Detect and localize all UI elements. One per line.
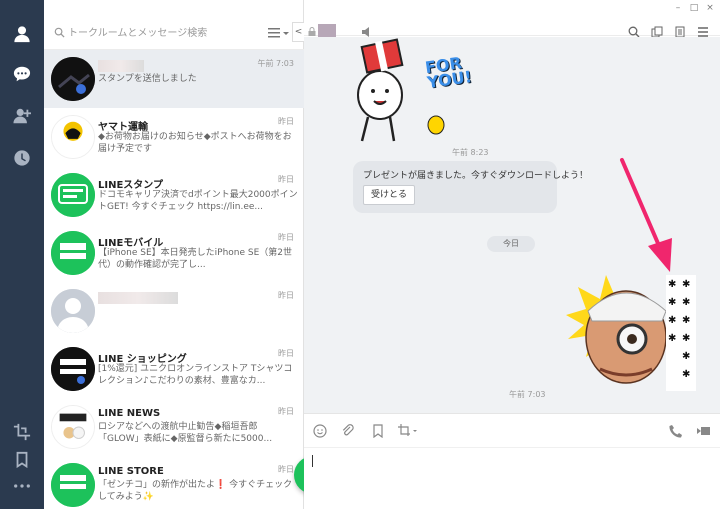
chat-name: LINE STORE — [98, 466, 164, 477]
chat-name — [98, 292, 178, 304]
message-time: 午前 8:23 — [452, 148, 489, 157]
chat-time: 昨日 — [278, 349, 294, 358]
chat-time: 昨日 — [278, 175, 294, 184]
message-area: FOR YOU! 午前 8:23 プレゼントが届きました。今すぐダウンロードしよ… — [304, 37, 720, 413]
gift-sticker — [357, 38, 445, 142]
message-input[interactable] — [304, 447, 720, 509]
clock-icon[interactable] — [10, 146, 34, 170]
emoji-icon[interactable] — [312, 423, 328, 439]
avatar — [51, 405, 95, 449]
chat-item[interactable]: スタンプを送信しました 午前 7:03 — [44, 50, 304, 108]
chat-room: – □ × FOR YOU! 午前 8:23 プレゼントが届きました。今すぐダウ… — [304, 0, 720, 509]
more-icon[interactable] — [10, 474, 34, 498]
svg-text:✱: ✱ — [682, 279, 690, 290]
svg-text:✱: ✱ — [668, 315, 676, 326]
chat-time: 昨日 — [278, 233, 294, 242]
chat-time: 昨日 — [278, 291, 294, 300]
chat-name: LINE NEWS — [98, 408, 161, 419]
chat-item[interactable]: LINE ショッピング [1%還元] ユニクロオンラインストア Tシャツコレクシ… — [44, 340, 304, 398]
close-button[interactable]: × — [704, 2, 716, 14]
svg-text:✱: ✱ — [682, 351, 690, 362]
attach-icon[interactable] — [340, 423, 356, 439]
text-caret — [312, 455, 313, 467]
receive-gift-button[interactable]: 受けとる — [363, 185, 415, 205]
chat-header: – □ × — [304, 0, 720, 38]
collapse-list-button[interactable]: < — [292, 22, 304, 42]
present-message-text: プレゼントが届きました。今すぐダウンロードしよう！ — [363, 171, 589, 181]
chat-name — [98, 60, 144, 72]
avatar — [51, 173, 95, 217]
add-friend-icon[interactable] — [10, 104, 34, 128]
call-icon[interactable] — [668, 423, 684, 439]
crop-icon[interactable] — [10, 420, 34, 444]
svg-text:✱: ✱ — [668, 333, 676, 344]
chat-preview: ◆お荷物お届けのお知らせ◆ポストへお荷物をお届け予定です — [98, 132, 292, 154]
sent-sticker: ✱ ✱ ✱ ✱ ✱ ✱ ✱ ✱ ✱ ✱ — [566, 275, 696, 391]
present-message-bubble: プレゼントが届きました。今すぐダウンロードしよう！ 受けとる — [353, 161, 588, 213]
composer-toolbar — [304, 413, 720, 447]
svg-text:✱: ✱ — [682, 297, 690, 308]
sticker-caption: FOR YOU! — [423, 53, 474, 93]
chat-time: 昨日 — [278, 117, 294, 126]
chat-bubble-icon[interactable] — [10, 62, 34, 86]
keep-bookmark-icon[interactable] — [370, 423, 386, 439]
window-controls: – □ × — [672, 2, 716, 14]
chat-preview: ロシアなどへの渡航中止勧告◆稲垣吾郎「GLOW」表紙に◆原監督ら新たに5000.… — [98, 422, 273, 444]
video-call-icon[interactable] — [696, 423, 712, 439]
chat-item[interactable]: LINE NEWS ロシアなどへの渡航中止勧告◆稲垣吾郎「GLOW」表紙に◆原監… — [44, 398, 304, 456]
chat-time: 午前 7:03 — [257, 59, 294, 68]
svg-text:✱: ✱ — [668, 279, 676, 290]
search-icon — [54, 27, 65, 38]
chat-item[interactable]: LINEモバイル 【iPhone SE】本日発売したiPhone SE（第2世代… — [44, 224, 304, 282]
chat-preview: 「ゼンチコ」の新作が出たよ❗ 今すぐチェックしてみよう✨ — [98, 480, 293, 502]
nav-rail — [0, 0, 44, 509]
list-sort-menu-icon[interactable] — [268, 26, 290, 40]
avatar — [51, 289, 95, 333]
svg-text:✱: ✱ — [682, 369, 690, 380]
chat-time: 昨日 — [278, 407, 294, 416]
avatar — [51, 57, 95, 101]
chat-item[interactable]: LINEスタンプ ドコモキャリア決済でdポイント最大2000ポイントGET! 今… — [44, 166, 304, 224]
chat-preview: 【iPhone SE】本日発売したiPhone SE（第2世代）の動作確認が完了… — [98, 248, 293, 270]
search-input[interactable] — [68, 22, 258, 44]
message-time: 午前 7:03 — [509, 390, 546, 399]
chat-list-panel: < スタンプを送信しました 午前 7:03 ヤマト運輸 ◆お荷物お届けのお知らせ… — [44, 0, 332, 509]
bookmark-icon[interactable] — [10, 448, 34, 472]
chat-preview: ドコモキャリア決済でdポイント最大2000ポイントGET! 今すぐチェック ht… — [98, 190, 298, 212]
chat-item[interactable]: ヤマト運輸 ◆お荷物お届けのお知らせ◆ポストへお荷物をお届け予定です 昨日 — [44, 108, 304, 166]
avatar — [51, 347, 95, 391]
chat-title-avatar — [318, 24, 336, 38]
svg-text:✱: ✱ — [682, 315, 690, 326]
date-divider: 今日 — [487, 236, 535, 252]
chat-item[interactable]: LINE STORE 「ゼンチコ」の新作が出たよ❗ 今すぐチェックしてみよう✨ … — [44, 456, 304, 509]
svg-text:✱: ✱ — [682, 333, 690, 344]
friends-person-icon[interactable] — [10, 22, 34, 46]
speaker-icon[interactable] — [362, 27, 374, 37]
svg-text:✱: ✱ — [668, 297, 676, 308]
chat-item[interactable]: 昨日 — [44, 282, 304, 340]
search-bar: < — [44, 0, 304, 50]
screenshot-icon[interactable] — [396, 423, 420, 439]
chat-preview: スタンプを送信しました — [98, 74, 197, 84]
search-box[interactable] — [52, 22, 284, 44]
lock-icon — [308, 27, 316, 36]
chat-preview: [1%還元] ユニクロオンラインストア Tシャツコレクション♪こだわりの素材、豊… — [98, 364, 293, 386]
avatar — [51, 463, 95, 507]
avatar — [51, 115, 95, 159]
maximize-button[interactable]: □ — [688, 2, 700, 14]
chat-time: 昨日 — [278, 465, 294, 474]
minimize-button[interactable]: – — [672, 2, 684, 14]
avatar — [51, 231, 95, 275]
